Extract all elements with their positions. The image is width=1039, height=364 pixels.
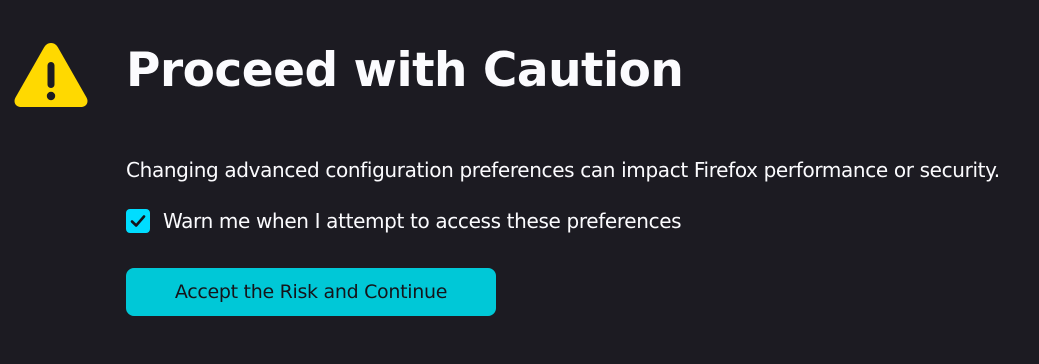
accept-risk-button[interactable]: Accept the Risk and Continue <box>126 268 496 316</box>
page-title: Proceed with Caution <box>126 43 684 98</box>
warn-checkbox-row[interactable]: Warn me when I attempt to access these p… <box>126 206 682 236</box>
warning-description: Changing advanced configuration preferen… <box>126 158 1000 182</box>
warn-checkbox-label: Warn me when I attempt to access these p… <box>163 209 682 233</box>
checkmark-icon <box>130 215 146 227</box>
warning-icon <box>13 40 89 110</box>
warn-checkbox[interactable] <box>126 209 150 233</box>
caution-page: Proceed with Caution Changing advanced c… <box>0 0 1039 364</box>
